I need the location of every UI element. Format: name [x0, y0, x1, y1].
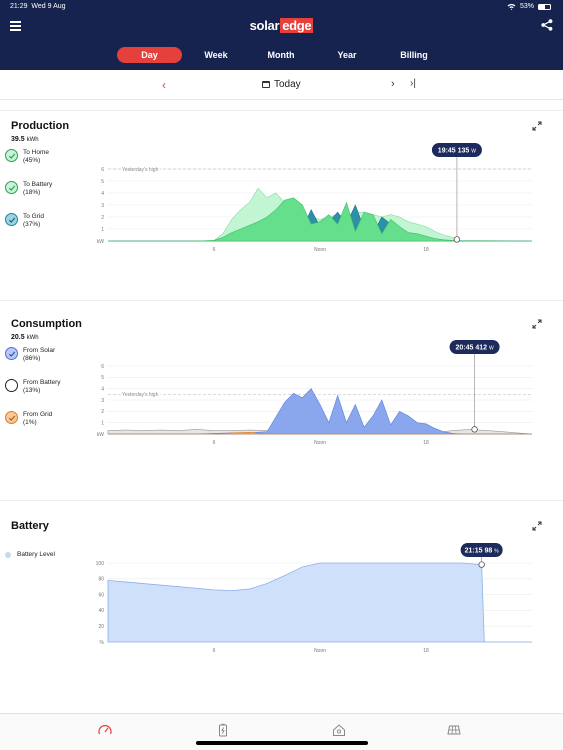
tooltip-text: 20:45 412 W [455, 345, 493, 352]
home-indicator [196, 741, 368, 745]
calendar-icon [262, 81, 270, 88]
reference-line-label: Yesterday's high [122, 392, 159, 398]
y-tick-label: 3 [101, 203, 104, 209]
status-date: Wed 9 Aug [31, 3, 66, 10]
divider [0, 500, 563, 501]
y-tick-label: 3 [101, 398, 104, 404]
x-tick-label: 18 [423, 648, 429, 654]
tab-week[interactable]: Week [196, 47, 236, 63]
y-tick-label: 60 [98, 592, 104, 598]
consumption-title: Consumption [11, 318, 82, 330]
y-tick-label: kW [97, 239, 105, 245]
tab-billing[interactable]: Billing [393, 47, 435, 63]
skip-to-end-icon[interactable]: ›| [410, 78, 416, 89]
reference-line-label: Yesterday's high [122, 167, 159, 173]
home-icon[interactable] [332, 723, 346, 737]
y-tick-label: 4 [101, 386, 104, 392]
y-tick-label: 5 [101, 179, 104, 185]
y-tick-label: 20 [98, 624, 104, 630]
y-tick-label: 40 [98, 608, 104, 614]
production-chart[interactable]: kW 1 2 3 4 5 6 6 Noon 18 Yesterday's high 19:45 135… [0, 140, 563, 260]
y-tick-label: 2 [101, 215, 104, 221]
y-tick-label: 1 [101, 420, 104, 426]
chevron-right-icon[interactable]: › [391, 78, 395, 90]
date-label: Today [274, 79, 301, 90]
share-icon[interactable] [541, 19, 553, 31]
tab-month[interactable]: Month [261, 47, 301, 63]
divider [0, 300, 563, 301]
x-tick-label: 6 [213, 440, 216, 446]
battery-icon [538, 3, 551, 10]
production-title: Production [11, 120, 70, 132]
x-tick-label: 18 [423, 247, 429, 253]
y-tick-label: 6 [101, 167, 104, 173]
battery-storage-icon[interactable] [216, 723, 230, 737]
y-tick-label: kW [97, 432, 105, 438]
date-picker[interactable]: Today [262, 79, 301, 90]
y-tick-label: 1 [101, 227, 104, 233]
y-tick-label: 2 [101, 409, 104, 415]
y-tick-label: % [100, 640, 105, 646]
y-tick-label: 5 [101, 375, 104, 381]
series-area-battery-level [107, 562, 532, 643]
x-tick-label: 6 [213, 648, 216, 654]
date-navigation: ‹ Today › ›| [0, 70, 563, 100]
solar-panel-icon[interactable] [447, 723, 461, 737]
x-tick-label: 18 [423, 440, 429, 446]
battery-percent: 53% [519, 3, 534, 10]
consumption-chart[interactable]: kW 1 2 3 4 5 6 6 Noon 18 Yesterday's high 20:45 412… [0, 335, 563, 455]
tooltip-text: 21:15 98 % [465, 548, 500, 555]
period-tabs: Day Week Month Year Billing [0, 47, 563, 65]
tab-day[interactable]: Day [117, 47, 182, 63]
divider [0, 110, 563, 111]
tab-year[interactable]: Year [327, 47, 367, 63]
x-tick-label: Noon [314, 247, 326, 253]
solaredge-logo: solar edge [0, 18, 563, 33]
tooltip-text: 19:45 135 W [438, 148, 476, 155]
tooltip-marker [471, 426, 478, 433]
status-time: 21:29 Wed 9 Aug [10, 3, 66, 10]
status-indicators: 53% [507, 3, 551, 10]
expand-icon[interactable] [532, 319, 542, 329]
chevron-left-icon[interactable]: ‹ [162, 78, 166, 92]
clock: 21:29 [10, 3, 28, 10]
logo-text-edge: edge [280, 18, 314, 33]
app-header: 21:29 Wed 9 Aug 53% solar edge Day Week M… [0, 0, 563, 70]
x-tick-label: 6 [213, 247, 216, 253]
y-tick-label: 80 [98, 577, 104, 583]
expand-icon[interactable] [532, 121, 542, 131]
battery-title: Battery [11, 520, 49, 532]
x-tick-label: Noon [314, 440, 326, 446]
logo-text-solar: solar [249, 18, 280, 33]
x-tick-label: Noon [314, 648, 326, 654]
y-tick-label: 6 [101, 364, 104, 370]
wifi-icon [507, 3, 516, 10]
dashboard-gauge-icon[interactable] [98, 723, 112, 737]
tooltip-marker [453, 236, 461, 243]
expand-icon[interactable] [532, 521, 542, 531]
y-tick-label: 4 [101, 191, 104, 197]
battery-chart[interactable]: % 20 40 60 80 100 6 Noon 18 21:15 98 % [0, 538, 563, 663]
y-tick-label: 100 [96, 561, 105, 567]
tooltip-marker [478, 561, 485, 568]
